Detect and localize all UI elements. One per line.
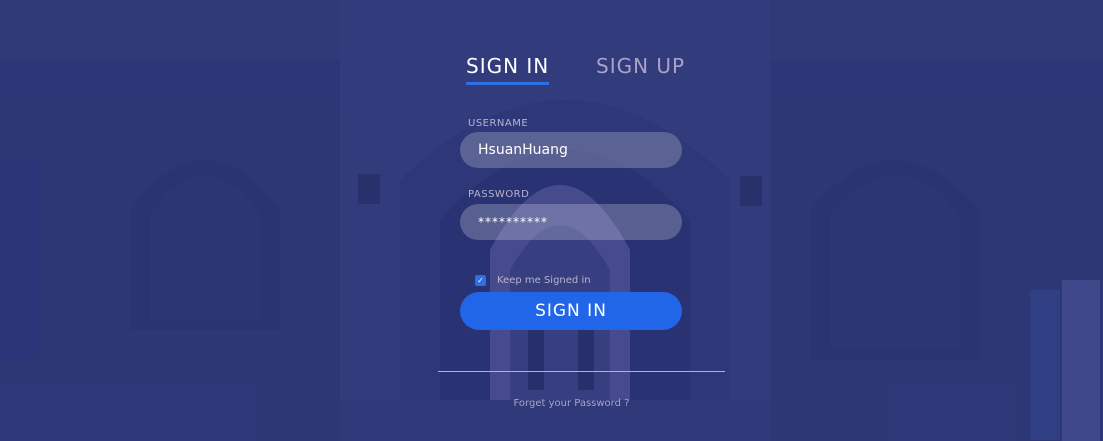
password-input[interactable] [460, 204, 682, 240]
tab-sign-in[interactable]: SIGN IN [466, 54, 550, 85]
keep-signed-in-checkbox[interactable]: ✓ [475, 274, 486, 286]
divider [438, 371, 725, 372]
username-input[interactable] [460, 132, 682, 168]
password-label: PASSWORD [468, 189, 530, 200]
username-label: USERNAME [468, 118, 529, 129]
checkmark-icon: ✓ [477, 275, 484, 285]
tab-sign-up[interactable]: SIGN UP [596, 54, 685, 78]
sign-in-button[interactable]: SIGN IN [460, 292, 682, 330]
keep-signed-in-label: Keep me Signed in [497, 274, 591, 286]
forgot-password-link[interactable]: Forget your Password ? [0, 398, 1103, 409]
keep-signed-in-row: ✓ Keep me Signed in [475, 273, 591, 287]
